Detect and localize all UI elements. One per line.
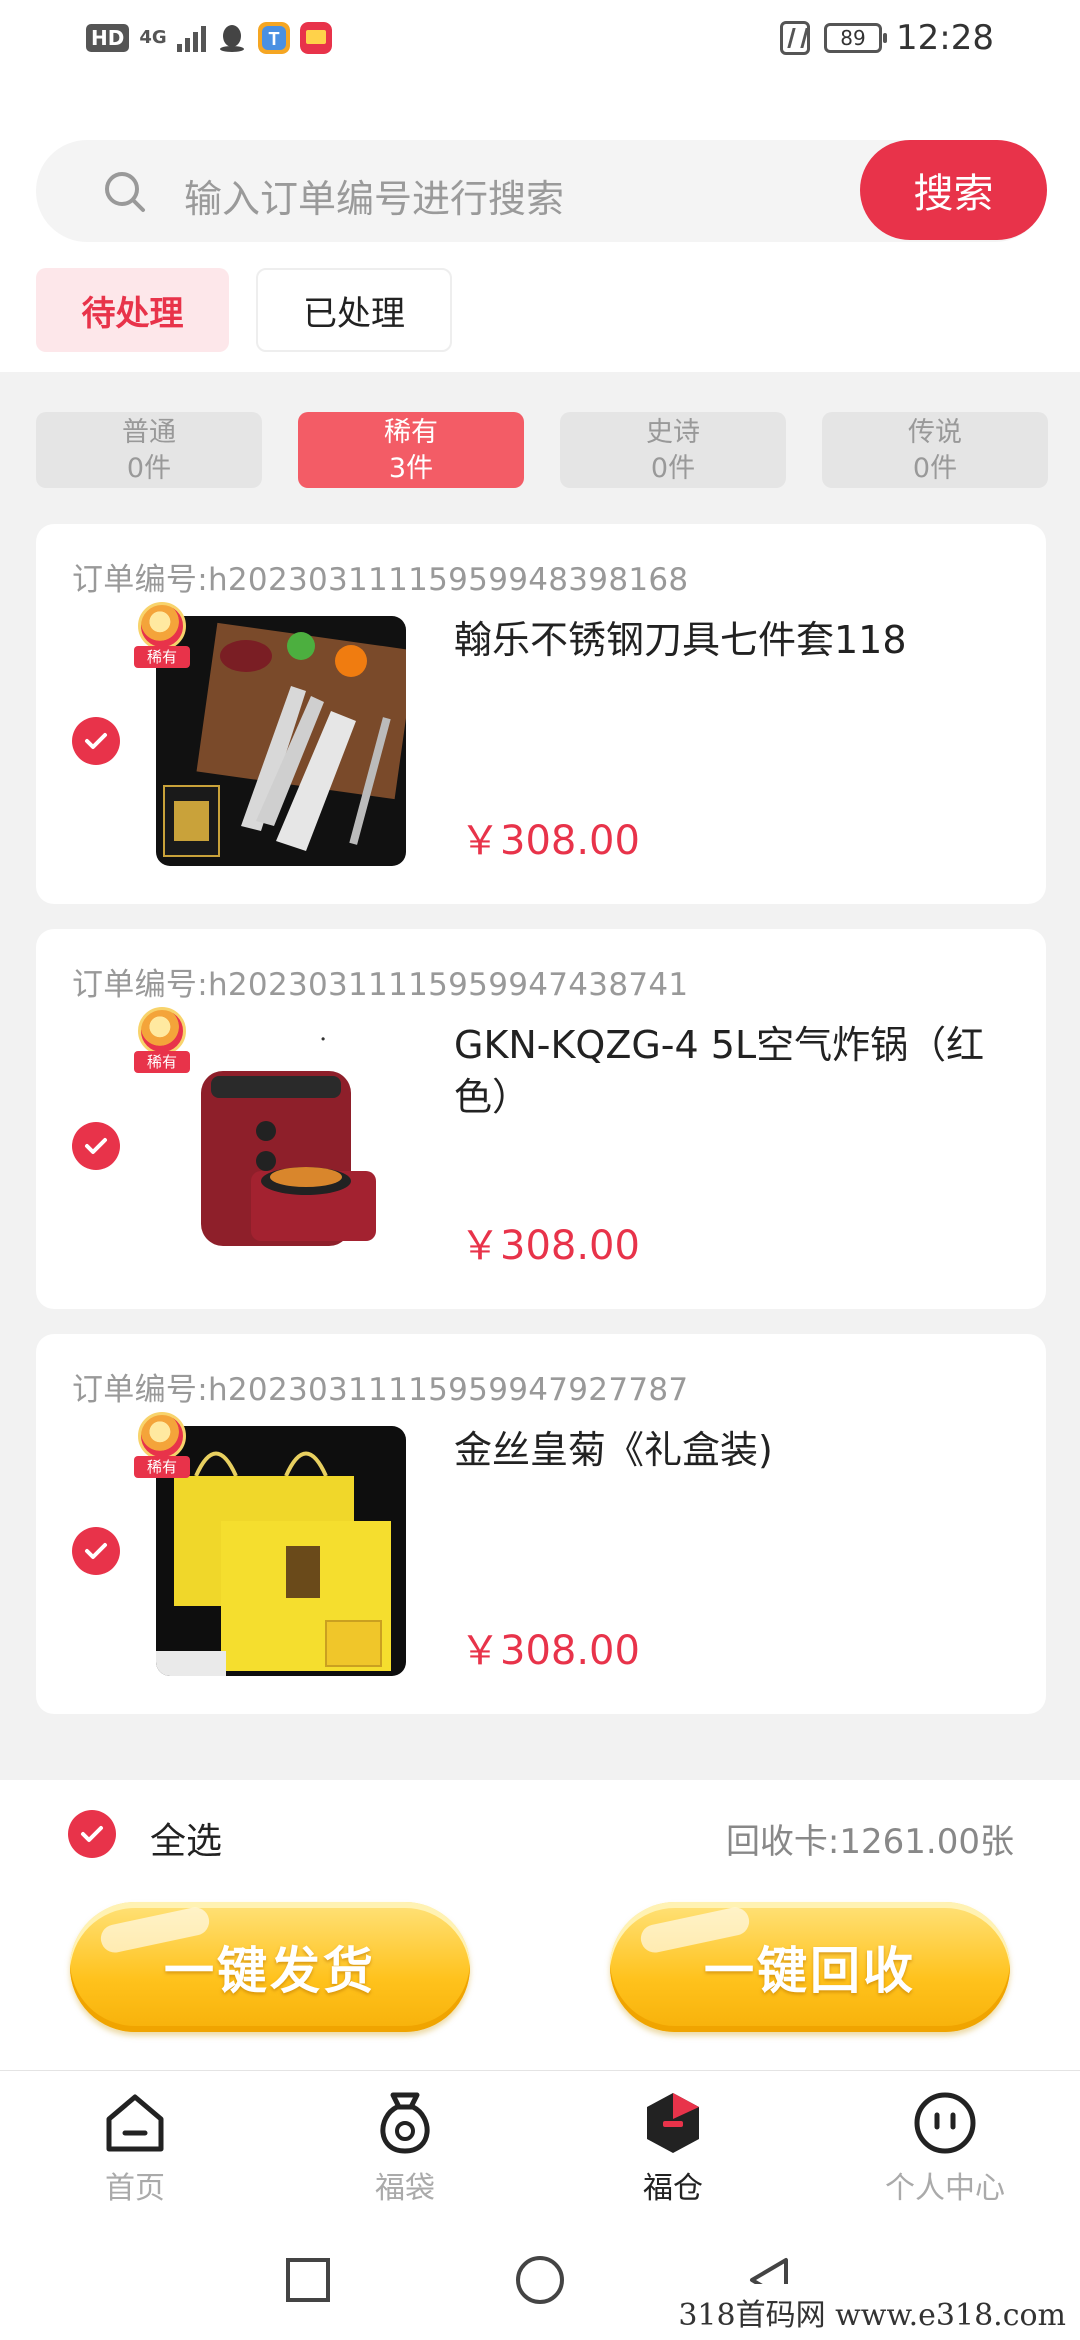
order-number: 订单编号:h20230311115959948398168 [72,562,689,598]
check-icon [85,1543,107,1559]
product-price: ￥308.00 [460,1223,640,1269]
battery-icon: 89 [824,23,888,53]
badge-label: 稀有 [134,1051,190,1073]
rarity-badge: 稀有 [132,1410,192,1480]
order-card[interactable]: 订单编号:h20230311115959947438741 • 稀有 GKN-K… [36,929,1046,1309]
nav-warehouse[interactable]: 福仓 [573,2089,773,2207]
warehouse-icon [647,2093,699,2153]
filter-name: 传说 [908,417,962,448]
order-card[interactable]: 订单编号:h20230311115959948398168 稀有 翰乐不锈钢刀具… [36,524,1046,904]
product-price: ￥308.00 [460,1628,640,1674]
recycle-card-balance: 回收卡:1261.00张 [725,1822,1014,1862]
check-icon [85,1138,107,1154]
product-price: ￥308.00 [460,818,640,864]
hd-indicator: HD [86,24,130,52]
nav-label: 首页 [105,2171,165,2206]
action-panel: 全选 回收卡:1261.00张 一键发货 一键回收 [0,1780,1080,2070]
order-checkbox[interactable] [72,717,120,765]
product-image-chrysanthemum-gift-box [156,1426,406,1676]
status-left: HD 4G T [86,22,332,54]
status-right: 89 12:28 [780,18,994,58]
product-name: 金丝皇菊《礼盒装) [454,1428,773,1472]
rarity-badge: 稀有 [132,600,192,670]
tab-pending[interactable]: 待处理 [36,268,229,352]
order-number: 订单编号:h20230311115959947438741 [72,967,689,1003]
order-checkbox[interactable] [72,1122,120,1170]
svg-text:T: T [268,29,279,49]
product-name: 翰乐不锈钢刀具七件套118 [454,618,907,662]
bottom-nav: 首页 福袋 福仓 个人中心 [0,2070,1080,2220]
filter-count: 0件 [650,453,696,484]
app-t-icon: T [257,22,290,54]
filter-count: 0件 [126,453,172,484]
status-bar: HD 4G T 89 12:28 [0,0,1080,80]
select-all-label[interactable]: 全选 [150,1812,222,1864]
filter-count: 3件 [388,453,434,484]
home-circle-icon[interactable] [512,2252,568,2308]
search-icon [105,172,145,212]
product-image-air-fryer: • [156,1021,406,1271]
lucky-bag-icon [380,2092,430,2154]
tab-processed[interactable]: 已处理 [256,268,452,352]
select-all-checkbox[interactable] [68,1810,116,1858]
nav-profile[interactable]: 个人中心 [845,2089,1045,2207]
filter-rare[interactable]: 稀有 3件 [298,412,524,488]
network-type: 4G [139,27,167,48]
watermark: 318首码网 www.e318.com [664,2284,1080,2340]
nav-home[interactable]: 首页 [35,2089,235,2207]
filter-name: 稀有 [384,417,438,448]
nav-lucky-bag[interactable]: 福袋 [305,2089,505,2207]
nav-label: 个人中心 [885,2171,1005,2206]
nfc-icon [780,21,811,55]
header-area: 输入订单编号进行搜索 搜索 待处理 已处理 [0,80,1080,372]
check-icon [81,1826,103,1842]
recycle-all-button[interactable]: 一键回收 [610,1902,1010,2032]
search-button[interactable]: 搜索 [860,140,1047,240]
filter-legendary[interactable]: 传说 0件 [822,412,1048,488]
nav-label: 福仓 [643,2171,703,2206]
badge-label: 稀有 [134,1456,190,1478]
qq-icon [219,25,244,52]
signal-icon [176,24,206,52]
order-card[interactable]: 订单编号:h20230311115959947927787 稀有 金丝皇菊《礼盒… [36,1334,1046,1714]
check-icon [85,733,107,749]
rarity-badge: 稀有 [132,1005,192,1075]
ship-all-button[interactable]: 一键发货 [70,1902,470,2032]
filter-name: 史诗 [646,417,700,448]
nav-label: 福袋 [375,2171,435,2206]
product-name: GKN-KQZG-4 5L空气炸锅（红色） [454,1023,985,1119]
badge-medal-icon [138,1007,186,1055]
product-image-knife-set [156,616,406,866]
badge-medal-icon [138,1412,186,1460]
badge-medal-icon [138,602,186,650]
app-news-icon [299,22,332,54]
order-checkbox[interactable] [72,1527,120,1575]
home-icon [106,2094,164,2152]
filter-name: 普通 [122,417,176,448]
filter-count: 0件 [912,453,958,484]
svg-text:•: • [321,1032,325,1046]
system-nav: 318首码网 www.e318.com [0,2220,1080,2340]
search-placeholder: 输入订单编号进行搜索 [184,177,565,221]
filter-common[interactable]: 普通 0件 [36,412,262,488]
recents-icon[interactable] [280,2252,336,2308]
order-number: 订单编号:h20230311115959947927787 [72,1372,689,1408]
clock: 12:28 [896,18,994,58]
filter-epic[interactable]: 史诗 0件 [560,412,786,488]
badge-label: 稀有 [134,646,190,668]
profile-icon [914,2092,976,2154]
